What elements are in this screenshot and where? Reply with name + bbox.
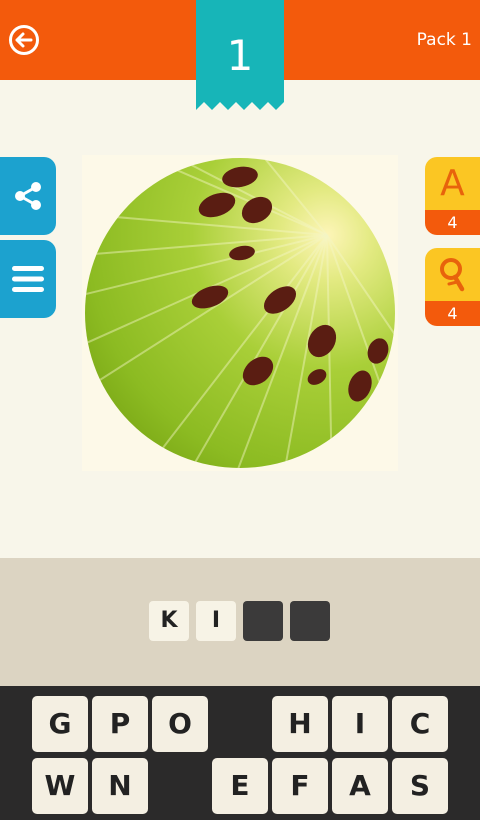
magnify-hint-button[interactable]: 4	[425, 248, 480, 326]
letter-key[interactable]: I	[332, 696, 388, 752]
back-arrow-icon[interactable]	[8, 24, 40, 56]
letter-key[interactable]: O	[152, 696, 208, 752]
letter-key[interactable]: N	[92, 758, 148, 814]
share-button[interactable]	[0, 157, 56, 235]
letter-key[interactable]: G	[32, 696, 88, 752]
share-icon	[15, 182, 41, 210]
letter-key[interactable]: H	[272, 696, 328, 752]
answer-slot-4[interactable]	[290, 601, 330, 641]
reveal-letter-hint-button[interactable]: A 4	[425, 157, 480, 235]
letter-key[interactable]: F	[272, 758, 328, 814]
menu-button[interactable]	[0, 240, 56, 318]
letter-a-icon: A	[425, 157, 480, 210]
answer-slot-2[interactable]: I	[196, 601, 236, 641]
reveal-letter-count: 4	[425, 210, 480, 235]
letter-key[interactable]: C	[392, 696, 448, 752]
letter-key[interactable]: E	[212, 758, 268, 814]
puzzle-image-frame	[82, 155, 398, 471]
letter-key[interactable]: S	[392, 758, 448, 814]
letter-key[interactable]: W	[32, 758, 88, 814]
magnifier-icon	[439, 257, 464, 291]
magnify-count: 4	[425, 301, 480, 326]
answer-slot-3[interactable]	[243, 601, 283, 641]
kiwi-closeup-image	[85, 158, 395, 468]
hamburger-menu-icon	[12, 266, 44, 292]
answer-slot-1[interactable]: K	[149, 601, 189, 641]
letter-key[interactable]: A	[332, 758, 388, 814]
letter-key[interactable]: P	[92, 696, 148, 752]
answer-area	[0, 558, 480, 686]
level-number: 1	[226, 31, 254, 80]
pack-label[interactable]: Pack 1	[417, 30, 472, 50]
